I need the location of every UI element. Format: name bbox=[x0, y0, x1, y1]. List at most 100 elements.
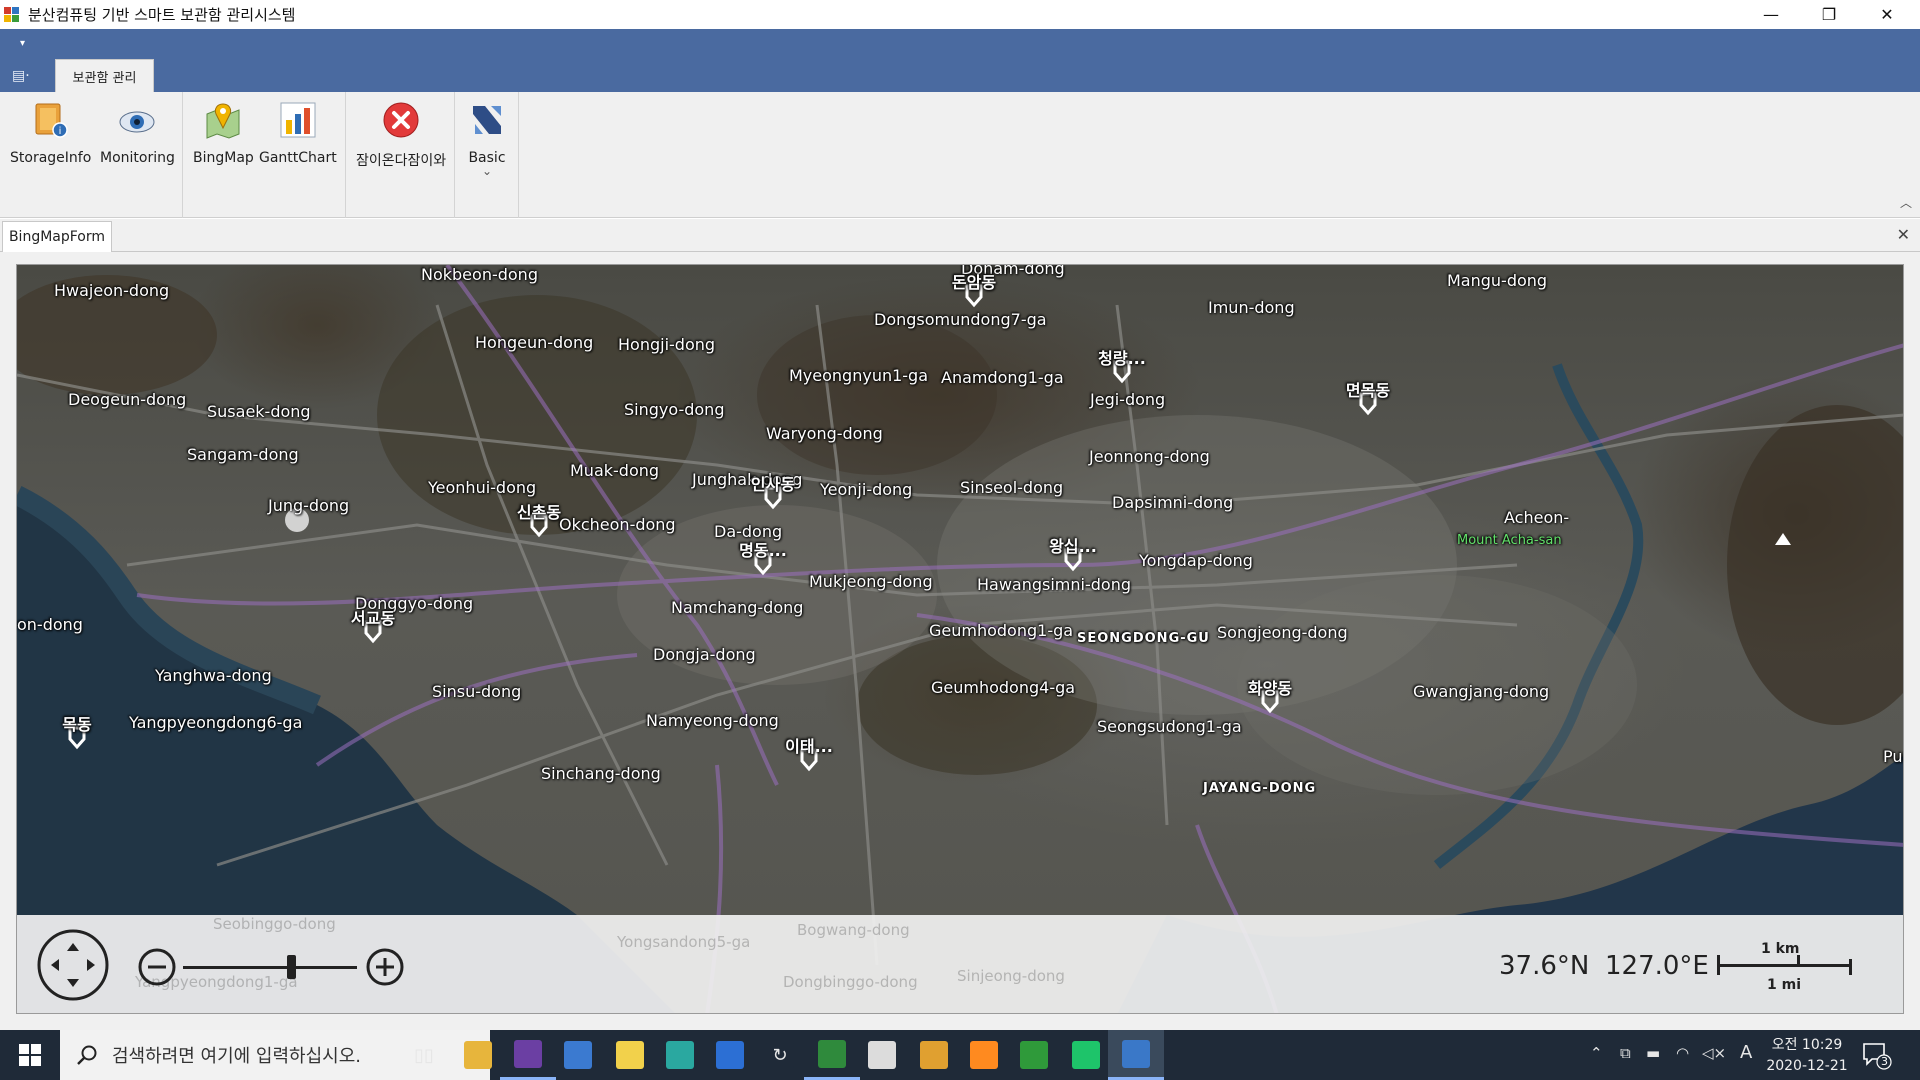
map-pushpin[interactable]: 청량... bbox=[1092, 345, 1152, 395]
map-ghost-label: Yongsandong5-ga bbox=[617, 933, 751, 951]
map-pushpin[interactable]: 명동... bbox=[733, 537, 793, 587]
ribbon-group-skin: Basic ⌄ bbox=[455, 92, 519, 218]
start-button[interactable] bbox=[0, 1030, 60, 1080]
zoom-slider-thumb[interactable] bbox=[287, 955, 296, 979]
taskbar-photo-app-button[interactable] bbox=[854, 1030, 910, 1080]
taskbar: 검색하려면 여기에 입력하십시오. ▯▯ ↻ ⌃ ⧉ ▬ ◠ ◁× A 오전 10… bbox=[0, 1030, 1920, 1080]
zoom-out-button[interactable] bbox=[137, 947, 177, 987]
map-place-label: Deogeun-dong bbox=[68, 390, 187, 409]
map-pushpin[interactable]: 왕십... bbox=[1043, 533, 1103, 583]
monitoring-label: Monitoring bbox=[100, 150, 175, 166]
map-pushpin[interactable]: 화양동 bbox=[1240, 675, 1300, 725]
app-icon bbox=[4, 6, 20, 23]
map-ghost-label: Seobinggo-dong bbox=[213, 915, 336, 933]
scale-mi-label: 1 mi bbox=[1767, 977, 1802, 993]
doc-tab-label: BingMapForm bbox=[8, 229, 106, 245]
ribbon-group-views: BingMap GanttChart bbox=[183, 92, 346, 218]
clock-date: 2020-12-21 bbox=[1766, 1058, 1848, 1074]
taskbar-plug-app-button[interactable] bbox=[1006, 1030, 1062, 1080]
map-ghost-label: Sinjeong-dong bbox=[957, 967, 1065, 985]
taskbar-file-explorer-button[interactable] bbox=[450, 1030, 506, 1080]
map-pushpin[interactable]: 서교동 bbox=[343, 605, 403, 655]
monitoring-button[interactable]: Monitoring bbox=[100, 100, 175, 166]
scale-bar: 1 km 1 mi bbox=[1717, 941, 1857, 993]
map-place-label: Susaek-dong bbox=[207, 402, 311, 421]
taskbar-storage-manager-button[interactable] bbox=[1108, 1030, 1164, 1080]
close-window-button[interactable]: ✕ bbox=[1858, 0, 1916, 29]
map-pushpin[interactable]: 목동 bbox=[47, 711, 107, 761]
map-place-label: SEONGDONG-GU bbox=[1077, 631, 1210, 646]
map-place-label: Yongdap-dong bbox=[1139, 551, 1253, 570]
battery-icon[interactable]: ▬ bbox=[1646, 1044, 1660, 1062]
map-place-label: Acheon- bbox=[1504, 508, 1570, 527]
map-place-label: Hongeun-dong bbox=[475, 333, 594, 352]
map-place-label: Imun-dong bbox=[1208, 298, 1295, 317]
taskbar-pycharm-button[interactable] bbox=[1058, 1030, 1114, 1080]
notification-center-button[interactable]: 3 bbox=[1862, 1042, 1892, 1070]
bing-map-button[interactable]: BingMap bbox=[193, 100, 254, 166]
map-pushpin[interactable]: 면목동 bbox=[1338, 377, 1398, 427]
ime-indicator[interactable]: A bbox=[1740, 1042, 1752, 1063]
taskbar-sublime-app-button[interactable] bbox=[956, 1030, 1012, 1080]
sleep-button[interactable]: 잠이온다잠이와 bbox=[356, 100, 446, 170]
zoom-slider-track[interactable] bbox=[183, 966, 357, 969]
pushpin-label: 면목동 bbox=[1345, 381, 1391, 400]
close-document-button[interactable]: ✕ bbox=[1897, 225, 1910, 244]
taskbar-sync-app-button[interactable]: ↻ bbox=[752, 1030, 808, 1080]
pushpin-label: 서교동 bbox=[350, 609, 396, 628]
windows-logo-icon bbox=[19, 1044, 41, 1066]
map-place-label: Namchang-dong bbox=[671, 598, 804, 617]
map-pin-icon bbox=[203, 100, 243, 140]
clock[interactable]: 오전 10:29 2020-12-21 bbox=[1762, 1034, 1852, 1074]
taskbar-task-view-button[interactable]: ▯▯ bbox=[396, 1030, 452, 1080]
gantt-chart-button[interactable]: GanttChart bbox=[259, 100, 337, 166]
skin-basic-button[interactable]: Basic ⌄ bbox=[467, 100, 507, 177]
zoom-in-button[interactable] bbox=[365, 947, 405, 987]
ribbon-collapse-button[interactable]: ︿ bbox=[1900, 194, 1912, 211]
visual-studio-icon bbox=[514, 1039, 542, 1068]
bing-map[interactable]: Nokbeon-dong Hwajeon-dong Hongeun-dong Hong… bbox=[16, 264, 1904, 1014]
taskbar-visual-studio-button[interactable] bbox=[500, 1030, 556, 1080]
taskbar-paint-app-button[interactable] bbox=[906, 1030, 962, 1080]
quick-access-dropdown[interactable]: ▾ bbox=[20, 38, 25, 49]
pushpin-label: 청량... bbox=[1098, 349, 1146, 368]
browser-icon bbox=[666, 1041, 694, 1069]
taskbar-sticky-notes-button[interactable] bbox=[602, 1030, 658, 1080]
taskbar-browser-button[interactable] bbox=[652, 1030, 708, 1080]
storage-info-button[interactable]: i StorageInfo bbox=[10, 100, 91, 166]
map-place-label: Myeongnyun1-ga bbox=[789, 366, 929, 385]
eye-icon bbox=[117, 100, 157, 140]
map-pushpin[interactable]: 돈암동 bbox=[944, 269, 1004, 319]
wifi-icon[interactable]: ◠ bbox=[1676, 1044, 1689, 1062]
network-device-icon[interactable]: ⧉ bbox=[1620, 1044, 1631, 1062]
minimize-button[interactable]: — bbox=[1742, 0, 1800, 29]
taskbar-excel-app-button[interactable] bbox=[804, 1030, 860, 1080]
network-app-icon bbox=[564, 1041, 592, 1069]
mute-icon[interactable]: ◁× bbox=[1702, 1044, 1726, 1062]
tab-bing-map-form[interactable]: BingMapForm bbox=[2, 221, 112, 252]
application-menu-button[interactable]: ▤· bbox=[12, 68, 40, 90]
window-title: 분산컴퓨팅 기반 스마트 보관함 관리시스템 bbox=[28, 6, 296, 24]
chevron-up-icon[interactable]: ⌃ bbox=[1590, 1044, 1603, 1062]
map-place-label: Sinseol-dong bbox=[960, 478, 1064, 497]
svg-text:i: i bbox=[58, 126, 61, 137]
pycharm-icon bbox=[1072, 1041, 1100, 1069]
taskbar-vc-app-button[interactable] bbox=[702, 1030, 758, 1080]
bing-map-label: BingMap bbox=[193, 150, 254, 166]
map-pushpin[interactable]: 신촌동 bbox=[509, 499, 569, 549]
taskbar-network-app-button[interactable] bbox=[550, 1030, 606, 1080]
pan-control-icon[interactable] bbox=[37, 929, 109, 1001]
map-ghost-label: Dongbinggo-dong bbox=[783, 973, 918, 991]
map-pushpin[interactable]: 인사동 bbox=[743, 471, 803, 521]
search-placeholder: 검색하려면 여기에 입력하십시오. bbox=[112, 1046, 362, 1067]
restore-button[interactable]: ❐ bbox=[1800, 0, 1858, 29]
map-pushpin[interactable]: 이태... bbox=[779, 733, 839, 783]
pushpin-label: 이태... bbox=[785, 737, 833, 756]
paint-app-icon bbox=[920, 1041, 948, 1069]
red-x-icon bbox=[381, 100, 421, 140]
map-place-label: Dongja-dong bbox=[653, 645, 756, 664]
map-navigation-bar: Yongsandong5-ga Bogwang-dong Yangpyeongdon… bbox=[17, 915, 1903, 1013]
tab-storage-management[interactable]: 보관함 관리 bbox=[55, 59, 154, 92]
map-place-label: Geumhodong1-ga bbox=[929, 621, 1074, 640]
map-place-label: JAYANG-DONG bbox=[1203, 781, 1317, 796]
